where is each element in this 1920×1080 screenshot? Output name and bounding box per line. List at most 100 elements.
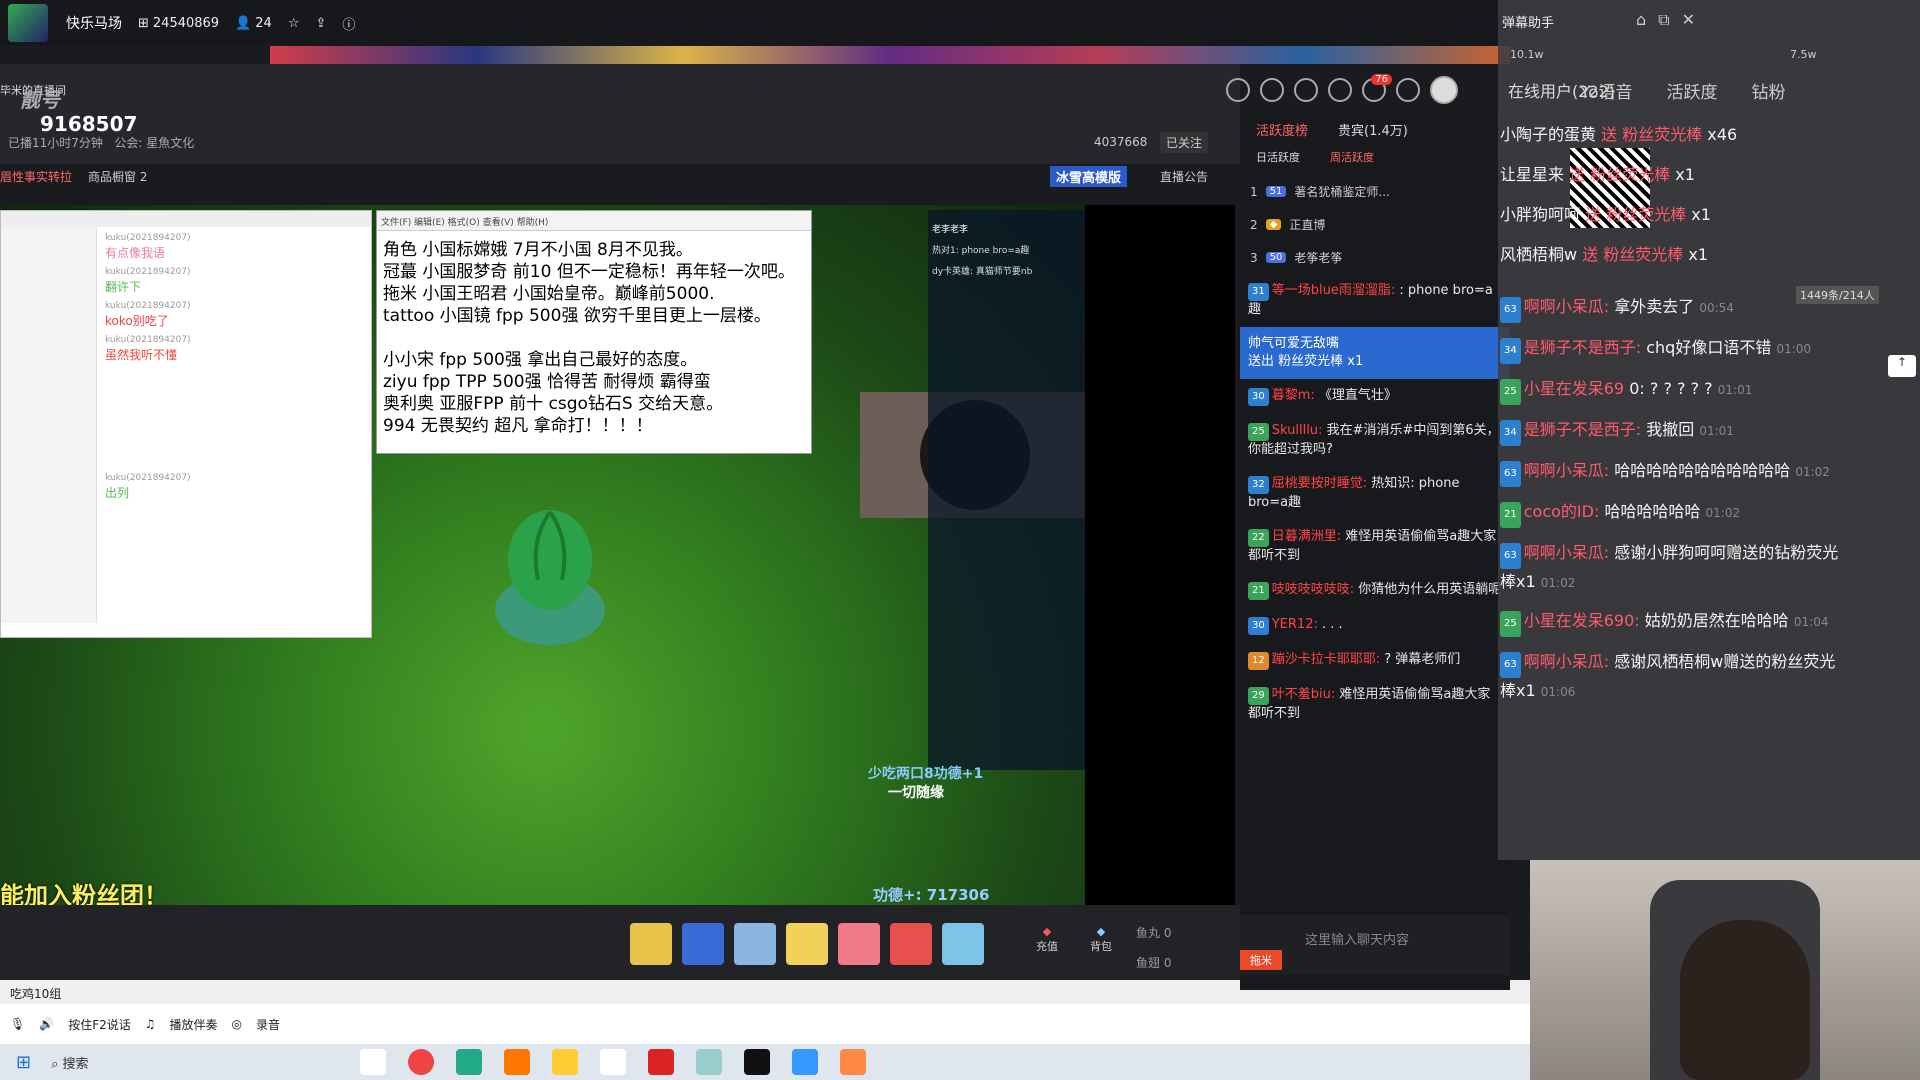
gift-item[interactable] [890, 923, 932, 965]
panel-message: 63 啊啊小呆瓜: 拿外卖去了 00:54 [1500, 294, 1840, 323]
streamer-name: 快乐马场 [66, 16, 122, 32]
chrome-icon[interactable] [407, 1049, 434, 1075]
overlay-chat-line: 热对1: phone bro=a趣 [932, 246, 1030, 256]
panel-stat-right: 7.5w [1790, 48, 1817, 61]
header-icons: 76 [1226, 74, 1458, 104]
tab-activity[interactable]: 活跃度 [1667, 78, 1718, 103]
fishball-count: 鱼丸 0 [1136, 926, 1172, 940]
share-icon[interactable]: ⇪ [315, 16, 326, 31]
panel-message-list: 63 啊啊小呆瓜: 拿外卖去了 00:54 34 是狮子不是西子: chq好像口语不… [1500, 294, 1840, 717]
speaker-icon[interactable]: 🔊 [39, 1017, 54, 1031]
music-icon[interactable]: ♫ [145, 1017, 156, 1031]
fans-count: ⊞ 24540869 [138, 15, 220, 31]
rank-row[interactable]: 2 ◆ 正直博 [1240, 208, 1510, 241]
heart-icon[interactable] [1260, 78, 1284, 102]
follow-button[interactable]: 已关注 [1160, 132, 1209, 153]
history-icon[interactable] [1226, 78, 1250, 102]
notice-button[interactable]: 直播公告 [1160, 168, 1208, 185]
record-button[interactable]: 录音 [256, 1016, 280, 1033]
windows-taskbar: ⊞ ⌕ 搜索 [0, 1044, 1540, 1080]
rank-row[interactable]: 1 51 著名犹桶鉴定师... [1240, 175, 1510, 208]
chat-tabs: 活跃度榜 贵宾(1.4万) [1240, 110, 1510, 149]
push-to-talk[interactable]: 按住F2说话 [68, 1016, 131, 1033]
tab-left[interactable]: 眉性事实转拉 [0, 168, 72, 185]
tab-vip[interactable]: 贵宾(1.4万) [1338, 120, 1408, 139]
chat-window-titlebar [1, 211, 371, 227]
taskbar-search[interactable]: ⌕ 搜索 [51, 1053, 88, 1072]
bag-button[interactable]: ◆ 背包 [1090, 925, 1112, 954]
shop-window[interactable]: 商品橱窗 2 [88, 168, 147, 185]
info-icon[interactable]: ⓘ [342, 14, 355, 33]
panel-gift-list: 小陶子的蛋黄 送 粉丝荧光棒 x46 让星星来 送 粉丝荧光棒 x1 小胖狗呵呵… [1500, 122, 1910, 282]
panel-message: 63 啊啊小呆瓜: 感谢风栖梧桐w赠送的粉丝荧光棒x1 01:06 [1500, 652, 1836, 700]
overlay-gongde: 功德+: 717306 [873, 886, 990, 904]
fishbone-count: 鱼翅 0 [1136, 956, 1172, 970]
wps-icon[interactable] [647, 1049, 674, 1075]
event-banner[interactable] [270, 46, 1510, 64]
avatar[interactable] [8, 4, 48, 42]
panel-tabs: Yo语音 活跃度 钻粉 [1580, 78, 1786, 103]
app-icon[interactable] [791, 1049, 818, 1075]
user-avatar-icon[interactable] [1430, 76, 1458, 104]
chat-window-msg: 翻许下 [105, 280, 142, 294]
mic-icon[interactable]: 🎙 [10, 1017, 25, 1031]
gift-item[interactable] [786, 923, 828, 965]
record-icon[interactable]: ◎ [232, 1017, 242, 1031]
chat-window-msg: koko别吃了 [105, 314, 169, 328]
gift-item[interactable] [682, 923, 724, 965]
scroll-top-icon[interactable]: ↑ [1888, 355, 1916, 377]
gift-item[interactable] [942, 923, 984, 965]
gift-message: 帅气可爱无敌嘴 送出 粉丝荧光棒 x1 [1240, 327, 1510, 379]
panel-window-controls[interactable]: ⌂⧉✕ [1636, 10, 1707, 30]
subtab-weekly[interactable]: 周活跃度 [1330, 149, 1374, 165]
gift-item[interactable] [734, 923, 776, 965]
chat-panel: 活跃度榜 贵宾(1.4万) 日活跃度 周活跃度 1 51 著名犹桶鉴定师... 2 ◆… [1240, 110, 1510, 990]
chat-message: 31 等一场blue雨溜溜脂: : phone bro=a趣 [1248, 283, 1493, 317]
panel-message: 34 是狮子不是西子: 我撤回 01:01 [1500, 417, 1840, 446]
host-count: 4037668 [1094, 135, 1148, 149]
streamer-head [1680, 920, 1810, 1080]
tab-yo-voice[interactable]: Yo语音 [1580, 78, 1633, 103]
app-icon[interactable] [503, 1049, 530, 1075]
chat-message: 21 吱吱吱吱吱吱: 你猜他为什么用英语躺呢 [1240, 573, 1510, 608]
tab-active-rank[interactable]: 活跃度榜 [1256, 120, 1308, 139]
message-icon[interactable]: 76 [1362, 74, 1392, 102]
gift-item[interactable] [630, 923, 672, 965]
overlay-chat-line: dy卡英雄: 真猫师节要nb [932, 267, 1033, 277]
rank-row[interactable]: 3 50 老筝老筝 [1240, 241, 1510, 274]
douyu-icon[interactable] [839, 1049, 866, 1075]
recharge-button[interactable]: ◆ 充值 [1036, 925, 1058, 954]
stream-overlay-chat: 老李老李 热对1: phone bro=a趣 dy卡英雄: 真猫师节要nb [928, 210, 1085, 770]
shirt-icon[interactable] [1328, 78, 1352, 102]
send-button[interactable]: 拖米 [1240, 950, 1282, 970]
client-badge[interactable]: 冰雪高模版 [1050, 166, 1128, 187]
gift-line: 小陶子的蛋黄 送 粉丝荧光棒 x46 [1500, 125, 1738, 144]
chat-message: 29 叶不羞biu: 难怪用英语偷偷骂a趣大家都听不到 [1248, 687, 1491, 721]
overlay-chat-line: 老李老李 [932, 225, 969, 235]
notepad-text: 角色 小国标嫦娥 7月不小国 8月不见我。 冠蕞 小国服梦奇 前10 但不一定稳… [383, 240, 795, 436]
calculator-icon[interactable] [455, 1049, 482, 1075]
chat-message: 30 YER12: . . . [1240, 608, 1510, 643]
settings-icon[interactable] [1396, 78, 1420, 102]
obs-icon[interactable] [743, 1049, 770, 1075]
star-icon[interactable]: ☆ [288, 16, 300, 31]
panel-message: 63 啊啊小呆瓜: 感谢小胖狗呵呵赠送的钻粉荧光棒x1 01:02 [1500, 543, 1839, 591]
voice-toolbar: 🎙 🔊 按住F2说话 ♫ 播放伴奏 ◎ 录音 [0, 1004, 1540, 1044]
gift-list [630, 923, 994, 965]
app-icon[interactable] [551, 1049, 578, 1075]
file-icon[interactable] [599, 1049, 626, 1075]
play-accompaniment[interactable]: 播放伴奏 [170, 1016, 218, 1033]
tab-diamond-fans[interactable]: 钻粉 [1752, 78, 1786, 103]
app-icon[interactable] [695, 1049, 722, 1075]
panel-message: 25 小星在发呆690: 姑奶奶居然在哈哈哈 01:04 [1500, 608, 1840, 637]
room-meta: 已播11小时7分钟 公会: 星魚文化 [8, 136, 195, 150]
video-black-bar [1085, 205, 1235, 905]
subtab-daily[interactable]: 日活跃度 [1256, 149, 1300, 165]
gift-item[interactable] [838, 923, 880, 965]
windows-start-icon[interactable]: ⊞ [16, 1052, 31, 1073]
file-icon[interactable] [359, 1049, 386, 1075]
task-icon[interactable] [1294, 78, 1318, 102]
chat-window-msg: 有点像我语 [105, 246, 166, 260]
chat-message: 12 蹦沙卡拉卡耶耶耶: ? 弹幕老师们 [1240, 643, 1510, 678]
top-bar: 快乐马场 ⊞ 24540869 👤 24 ☆ ⇪ ⓘ [0, 0, 1510, 46]
